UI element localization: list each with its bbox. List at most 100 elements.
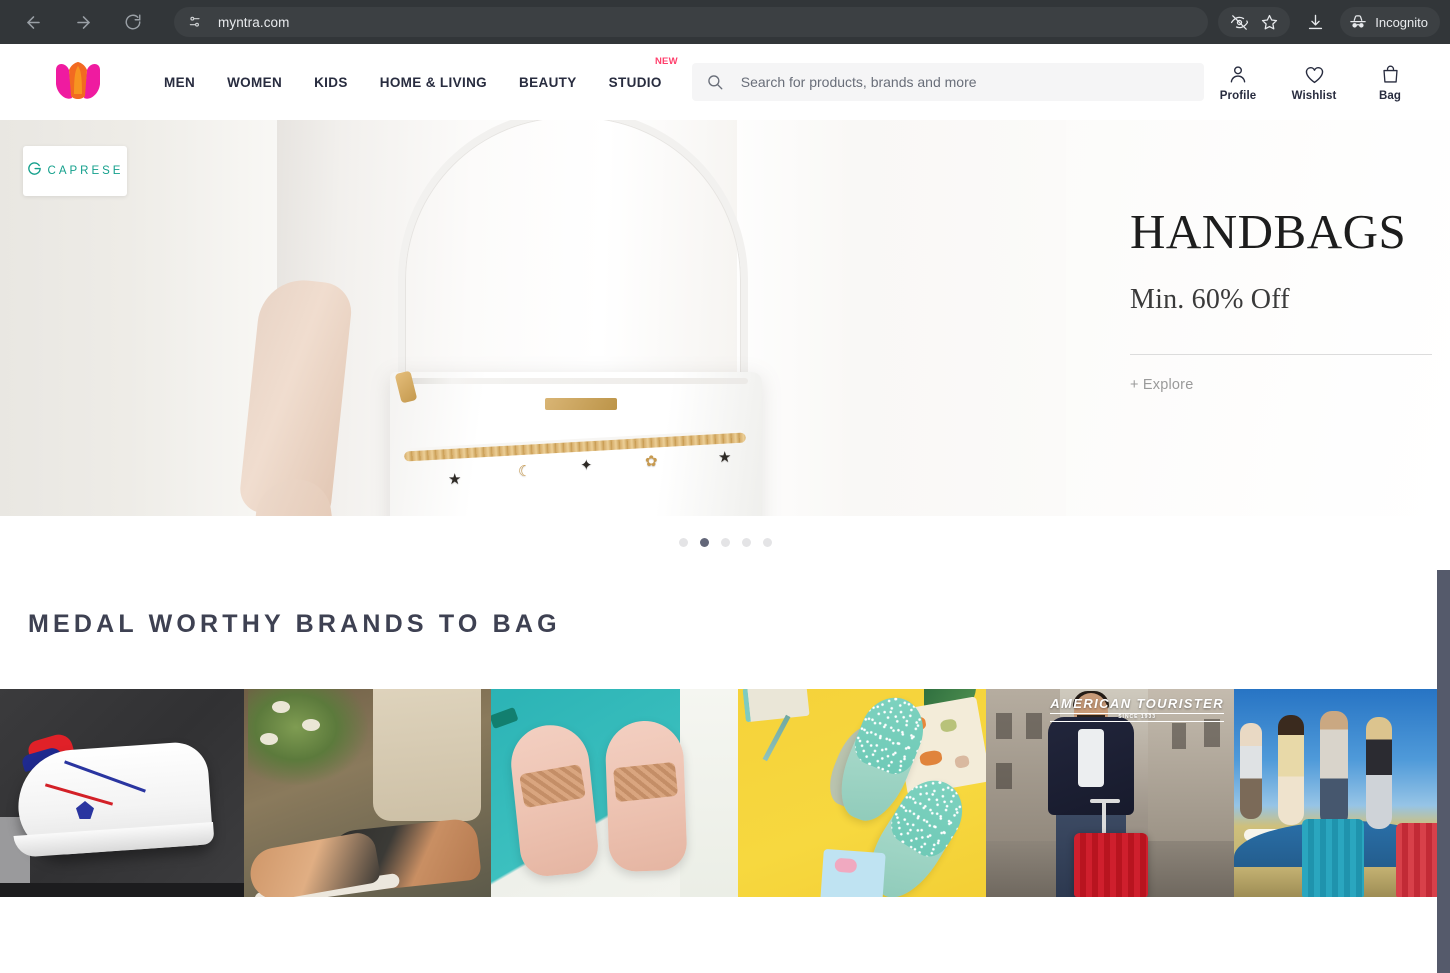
american-tourister-logo-text: AMERICAN TOURISTER	[1050, 696, 1224, 711]
bookmark-star-icon[interactable]	[1254, 7, 1284, 37]
back-button[interactable]	[16, 5, 50, 39]
nav-item-men[interactable]: MEN	[148, 44, 211, 120]
brand-badge-label: CAPRESE	[47, 165, 124, 177]
american-tourister-since-text: SINCE 1933	[1050, 713, 1224, 723]
myntra-logo[interactable]	[52, 60, 104, 104]
reload-button[interactable]	[116, 5, 150, 39]
notepad	[742, 689, 810, 723]
nav-item-beauty[interactable]: BEAUTY	[503, 44, 593, 120]
search-bar[interactable]	[691, 63, 1204, 101]
scrollbar-thumb[interactable]	[1437, 570, 1450, 973]
travel-luggage-card[interactable]	[1234, 689, 1450, 897]
browser-right-controls: Incognito	[1218, 7, 1440, 37]
hero-subtitle: Min. 60% Off	[1130, 284, 1290, 315]
hero-banner[interactable]: ★ ☾ ✦ ✿ ★ CAPRESE HANDBAGS Min. 60% Off …	[0, 120, 1450, 516]
browser-toolbar: myntra.com Incognito	[0, 0, 1450, 44]
nav-label: KIDS	[314, 74, 348, 90]
braided-strap	[612, 761, 679, 803]
reload-icon	[125, 14, 141, 30]
nav-label: MEN	[164, 74, 196, 90]
incognito-indicator[interactable]: Incognito	[1340, 7, 1440, 37]
brand-cards-row: AMERICAN TOURISTER SINCE 1933	[0, 689, 1450, 897]
wishlist-button[interactable]: Wishlist	[1292, 62, 1336, 102]
carousel-dot-2[interactable]	[699, 537, 709, 547]
flower	[272, 701, 290, 713]
jumping-person-3	[1320, 711, 1348, 827]
brand-badge: CAPRESE	[23, 146, 127, 196]
metro-pink-sandals-card[interactable]	[491, 689, 738, 897]
flower	[260, 733, 278, 745]
nav-item-women[interactable]: WOMEN	[211, 44, 298, 120]
pink-sandal-right	[604, 719, 688, 873]
download-icon[interactable]	[1300, 7, 1330, 37]
forward-arrow-icon	[76, 15, 90, 29]
star-charm-icon: ★	[448, 471, 462, 488]
main-navigation: MEN WOMEN KIDS HOME & LIVING BEAUTY STUD…	[148, 44, 678, 120]
pink-sandal-left	[507, 721, 601, 879]
nav-item-home-and-living[interactable]: HOME & LIVING	[364, 44, 503, 120]
flower-charm-icon: ✿	[645, 453, 658, 470]
profile-button[interactable]: Profile	[1216, 62, 1260, 102]
jumping-person-1	[1240, 723, 1262, 819]
carousel-dots	[0, 516, 1450, 568]
carousel-dot-1[interactable]	[678, 537, 688, 547]
address-bar[interactable]: myntra.com	[174, 7, 1209, 37]
nav-label: STUDIO	[608, 74, 662, 90]
tracking-protection-icon[interactable]	[1224, 7, 1254, 37]
us-polo-assn-sneaker-card[interactable]	[0, 689, 244, 897]
back-arrow-icon	[26, 15, 40, 29]
hero-title: HANDBAGS	[1130, 204, 1407, 259]
caprese-circle-icon	[27, 161, 42, 181]
carousel-dot-3[interactable]	[720, 537, 730, 547]
section-title: MEDAL WORTHY BRANDS TO BAG	[28, 610, 561, 638]
nav-label: WOMEN	[227, 74, 283, 90]
nav-item-kids[interactable]: KIDS	[298, 44, 364, 120]
user-icon	[1227, 62, 1249, 86]
green-ribbon	[491, 706, 519, 730]
incognito-icon	[1348, 12, 1368, 32]
model-shirt	[1078, 729, 1104, 787]
profile-label: Profile	[1219, 90, 1257, 102]
jumping-person-4	[1366, 717, 1392, 829]
moon-charm-icon: ☾	[518, 463, 532, 480]
american-tourister-logo: AMERICAN TOURISTER SINCE 1933	[1050, 696, 1224, 723]
site-settings-icon[interactable]	[186, 13, 204, 31]
hero-divider	[1130, 354, 1432, 355]
carousel-dot-4[interactable]	[741, 537, 751, 547]
handbag-strap	[398, 120, 748, 380]
wishlist-label: Wishlist	[1291, 90, 1337, 102]
heart-icon	[1303, 62, 1326, 86]
carousel-dot-5[interactable]	[762, 537, 772, 547]
model-trousers	[373, 689, 481, 821]
incognito-label: Incognito	[1375, 14, 1428, 30]
blue-suitcase	[1302, 819, 1364, 897]
nav-item-studio[interactable]: STUDIO NEW	[593, 44, 678, 120]
header-actions: Profile Wishlist Bag	[1216, 62, 1430, 102]
star-charm-icon: ✦	[580, 457, 593, 474]
card-floor	[0, 883, 244, 897]
red-suitcase	[1074, 833, 1148, 897]
american-tourister-card[interactable]: AMERICAN TOURISTER SINCE 1933	[986, 689, 1234, 897]
pencil	[762, 714, 791, 762]
rose-gold-sneakers-card[interactable]	[244, 689, 491, 897]
bag-button[interactable]: Bag	[1368, 62, 1412, 102]
page-scrollbar[interactable]	[1437, 44, 1450, 973]
white-surface	[680, 689, 738, 897]
pig-illustration	[834, 857, 858, 874]
search-input[interactable]	[740, 74, 1190, 90]
glitter-mules-card[interactable]	[738, 689, 986, 897]
forward-button[interactable]	[66, 5, 100, 39]
braided-strap	[519, 763, 587, 809]
myntra-logo-icon	[56, 62, 100, 99]
hero-product-photo: ★ ☾ ✦ ✿ ★	[0, 120, 1066, 516]
jumping-person-2	[1278, 715, 1304, 825]
site-header: MEN WOMEN KIDS HOME & LIVING BEAUTY STUD…	[0, 44, 1450, 120]
handbag-brand-plate	[545, 398, 617, 410]
search-icon	[706, 73, 724, 91]
bag-label: Bag	[1378, 90, 1402, 102]
omnibox-actions	[1218, 7, 1291, 37]
flower	[302, 719, 320, 731]
hero-explore-link[interactable]: + Explore	[1130, 377, 1440, 393]
new-badge: NEW	[654, 56, 678, 67]
handbag-zipper	[404, 378, 748, 384]
